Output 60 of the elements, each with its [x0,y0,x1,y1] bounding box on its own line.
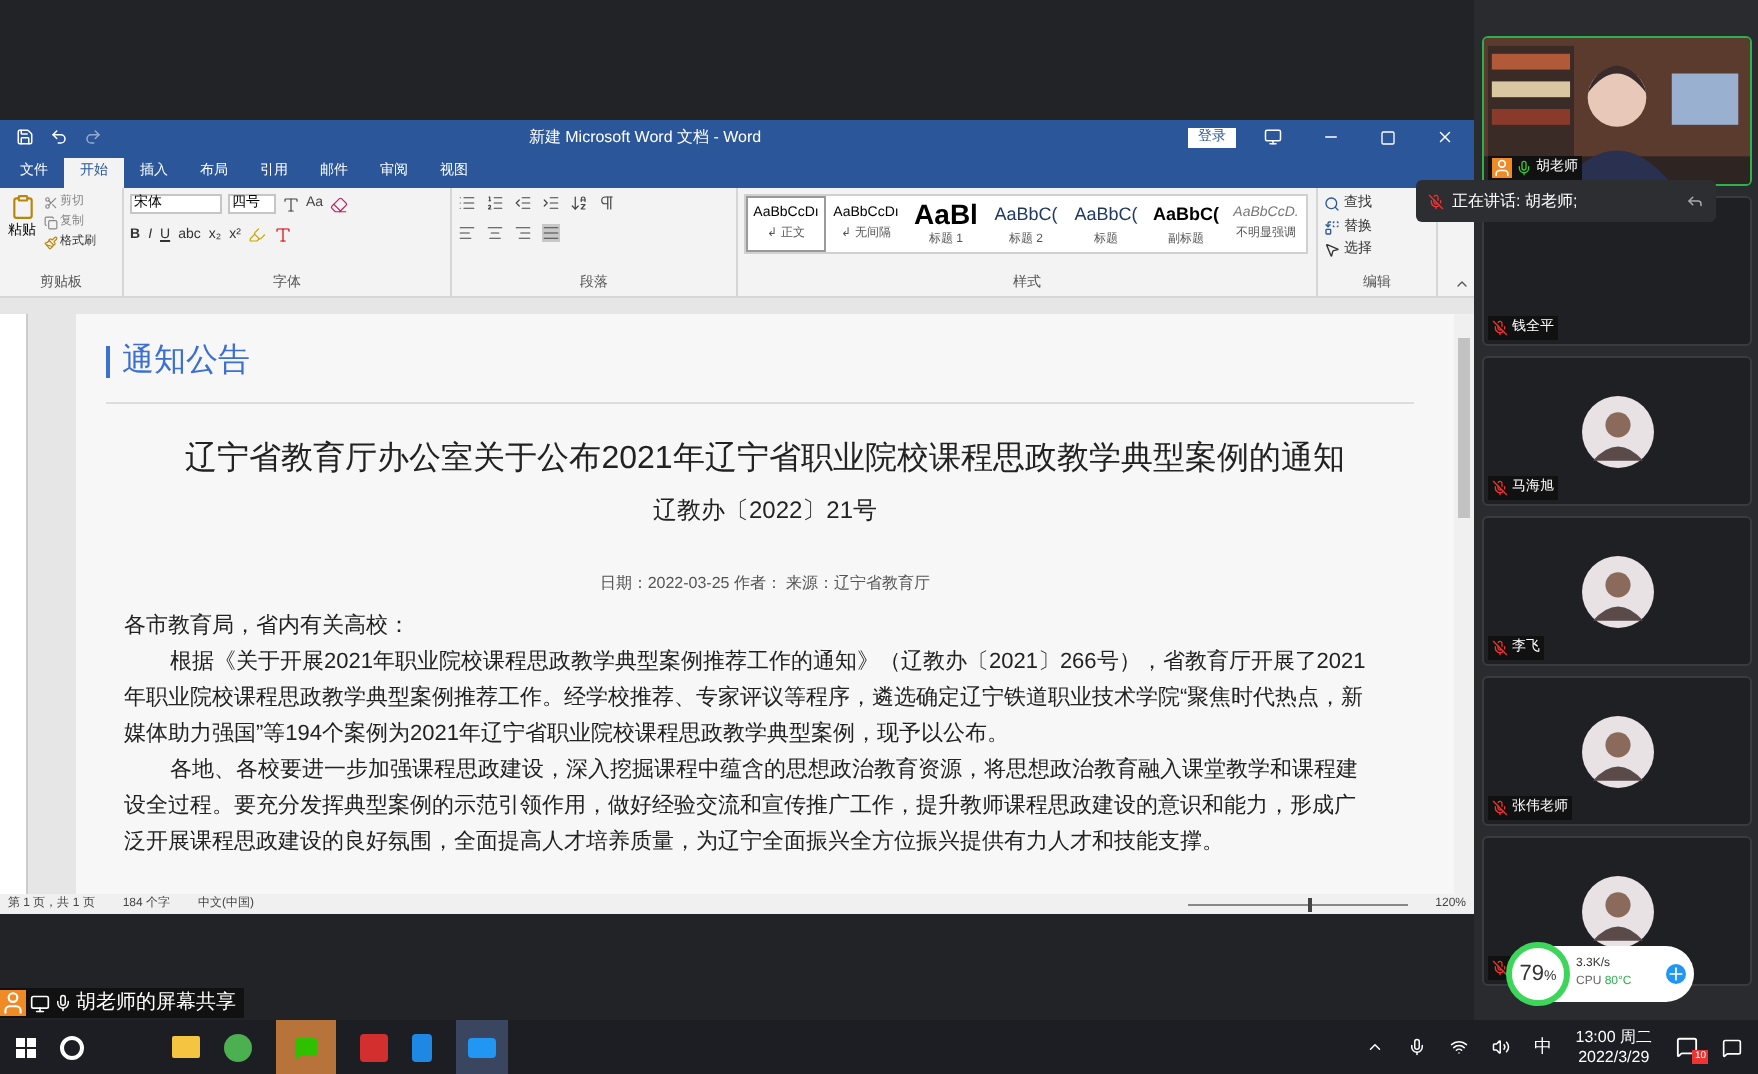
publish-info: 日期：2022-03-25 作者： 来源：辽宁省教育厅 [599,572,931,596]
office-app-icon[interactable] [360,1033,388,1061]
host-icon [1492,158,1512,178]
tray-expand-icon[interactable] [1365,1038,1384,1056]
align-right-icon[interactable] [514,224,532,242]
eraser-icon[interactable] [329,195,348,214]
screen-share-label: 胡老师的屏幕共享 [0,988,244,1018]
screen-share-icon [30,993,50,1013]
add-icon[interactable] [1666,964,1686,984]
document-number: 辽教办〔2022〕21号 [652,494,878,528]
scissors-icon [44,196,58,210]
body-paragraph: 根据《关于开展2021年职业院校课程思政教学典型案例推荐工作的通知》（辽教办〔2021〕266号），省教育厅开展了2021年职业院校课程思政教学典型案例推荐工作。经学校推荐、专家评议等程序，遴选确定辽宁铁道职业技术学院“聚焦时代热点，新媒体助力强国”等194个案例为2021年辽宁省职业院校课程思政教学典型案例，现予以公布。 [124,647,1368,750]
wifi-icon[interactable] [1449,1038,1468,1056]
volume-icon[interactable] [1491,1038,1510,1056]
mic-muted-icon [1428,193,1444,209]
decrease-indent-icon[interactable] [514,194,532,212]
avatar [1581,395,1653,467]
sort-icon[interactable] [570,194,588,212]
phone-app-icon[interactable] [412,1033,432,1061]
font-color-icon[interactable] [274,226,293,245]
browser-icon[interactable] [224,1033,252,1061]
clock[interactable]: 13:00 周二 2022/3/29 [1575,1027,1652,1067]
host-icon [0,990,26,1016]
pointer-icon [1324,242,1340,259]
windows-start-icon[interactable] [16,1037,36,1057]
save-icon[interactable] [16,128,34,146]
meeting-app-icon[interactable] [456,1020,508,1074]
display-options-icon[interactable] [1264,128,1282,146]
numbered-list-icon[interactable] [486,194,504,212]
speaking-toast: 正在讲话: 胡老师; [1416,180,1716,222]
greeting: 各市教育局，省内有关高校： [124,611,412,642]
input-method[interactable]: 中 [1533,1033,1552,1061]
body-paragraph: 各地、各校要进一步加强课程思政建设，深入挖掘课程中蕴含的思想政治教育资源，将思想政治教育融入课堂教学和课程建设全过程。要充分发挥典型案例的示范引领作用，做好经验交流和宣传推广工作，提升教师课程思政建设的意识和能力，形成广泛开展课程思政建设的良好氛围，全面提高人才培养质量，为辽宁全面振兴全方位振兴提供有力人才和技能支撑。 [124,755,1360,858]
justify-icon[interactable] [542,224,560,242]
avatar [1581,715,1653,787]
mic-icon[interactable] [1407,1038,1426,1056]
clipboard-icon [9,194,35,220]
window-title: 新建 Microsoft Word 文档 - Word [528,125,762,149]
align-center-icon[interactable] [486,224,504,242]
replace-icon [1324,219,1340,236]
maximize-icon[interactable] [1380,129,1396,145]
close-icon[interactable] [1436,128,1454,146]
copy-icon [44,216,58,230]
mic-icon [54,994,72,1012]
paintbrush-icon [44,236,58,250]
avatar [1581,875,1653,947]
vertical-scrollbar[interactable] [1454,314,1474,894]
notification-icon[interactable] [1676,1036,1698,1058]
collapse-ribbon-icon[interactable] [1454,276,1470,292]
align-left-icon[interactable] [458,224,476,242]
undo-icon[interactable] [50,128,68,146]
notice-title: 辽宁省教育厅办公室关于公布2021年辽宁省职业院校课程思政教学典型案例的通知 [185,438,1345,480]
search-icon [1324,196,1340,213]
action-center-icon[interactable] [1722,1037,1742,1057]
pilcrow-icon[interactable] [598,194,616,212]
increase-indent-icon[interactable] [542,194,560,212]
reply-icon[interactable] [1686,192,1704,210]
bullet-list-icon[interactable] [458,194,476,212]
avatar [1581,555,1653,627]
section-heading: 通知公告 [122,341,250,382]
